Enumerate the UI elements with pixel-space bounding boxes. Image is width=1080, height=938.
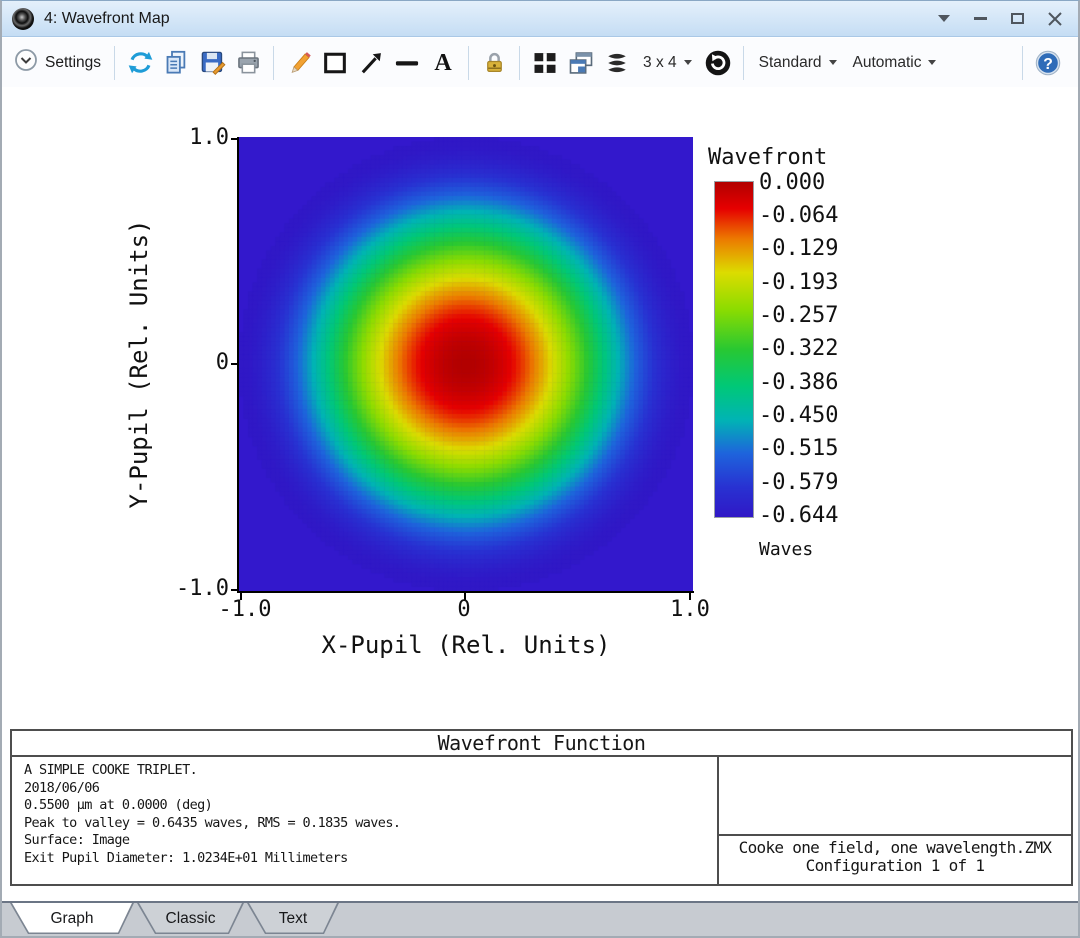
tab-graph[interactable]: Graph (10, 903, 134, 934)
legend-value: -0.257 (759, 303, 838, 328)
tabbar: Graph Classic Text (2, 903, 1078, 936)
summary-line: Peak to valley = 0.6435 waves, RMS = 0.1… (24, 815, 717, 833)
legend-value: -0.644 (759, 503, 838, 528)
legend-value: -0.064 (759, 203, 838, 228)
y-axis-title: Y-Pupil (Rel. Units) (125, 220, 153, 509)
x-tick-label: 0 (414, 597, 514, 622)
summary-line: A SIMPLE COOKE TRIPLET. (24, 762, 717, 780)
wavefront-map-canvas[interactable] (239, 137, 693, 591)
window-title: 4: Wavefront Map (44, 10, 170, 28)
toolbar-separator (273, 46, 274, 80)
settings-label: Settings (45, 54, 101, 72)
pencil-annotate-icon[interactable] (281, 44, 317, 82)
info-panel-header: Wavefront Function (12, 731, 1071, 757)
chevron-down-icon (684, 60, 692, 65)
legend-title: Wavefront (708, 145, 827, 170)
info-panel: Wavefront Function A SIMPLE COOKE TRIPLE… (10, 729, 1073, 886)
legend-value: -0.386 (759, 370, 838, 395)
y-tick-label: 0 (167, 350, 229, 375)
rectangle-annotate-icon[interactable] (317, 44, 353, 82)
legend-value: 0.000 (759, 170, 825, 195)
x-axis-title: X-Pupil (Rel. Units) (322, 631, 611, 659)
wavefront-map-window: 4: Wavefront Map Settings (0, 0, 1080, 938)
legend-value: -0.322 (759, 336, 838, 361)
print-icon[interactable] (230, 44, 266, 82)
split-window-icon[interactable] (527, 44, 563, 82)
x-tick-label: 1.0 (640, 597, 740, 622)
grid-size-dropdown[interactable]: 3 x 4 (635, 44, 700, 82)
line-annotate-icon[interactable] (389, 44, 425, 82)
summary-line: 2018/06/06 (24, 780, 717, 798)
toolbar-separator (468, 46, 469, 80)
close-button[interactable] (1048, 9, 1062, 29)
legend-value: -0.579 (759, 470, 838, 495)
cascade-windows-icon[interactable] (563, 44, 599, 82)
legend-value: -0.193 (759, 270, 838, 295)
refresh-icon[interactable] (122, 44, 158, 82)
toolbar-separator (1022, 46, 1023, 80)
tab-text[interactable]: Text (247, 903, 339, 934)
svg-text:?: ? (1043, 55, 1053, 72)
minimize-button[interactable] (974, 9, 987, 29)
y-tick (231, 138, 238, 140)
lens-window-icon (12, 8, 34, 30)
settings-button[interactable]: Settings (12, 44, 107, 82)
window-menu-caret-icon[interactable] (938, 9, 950, 29)
toolbar-separator (519, 46, 520, 80)
summary-line: 0.5500 µm at 0.0000 (deg) (24, 797, 717, 815)
summary-line: Surface: Image (24, 832, 717, 850)
arrow-annotate-icon[interactable] (353, 44, 389, 82)
automatic-dropdown[interactable]: Automatic (845, 44, 945, 82)
grid-size-label: 3 x 4 (643, 54, 677, 72)
summary-line: Exit Pupil Diameter: 1.0234E+01 Millimet… (24, 850, 717, 868)
legend-value: -0.515 (759, 436, 838, 461)
standard-label: Standard (759, 54, 822, 72)
chevron-down-circle-icon (14, 48, 38, 77)
toolbar-separator (114, 46, 115, 80)
legend-value: -0.450 (759, 403, 838, 428)
lock-icon[interactable] (476, 44, 512, 82)
y-tick (231, 589, 238, 591)
y-axis-line (237, 137, 239, 593)
toolbar-separator (743, 46, 744, 80)
legend-colorbar (714, 181, 754, 518)
x-tick-label: -1.0 (195, 597, 295, 622)
tab-classic[interactable]: Classic (137, 903, 244, 934)
y-tick-label: 1.0 (167, 125, 229, 150)
analysis-summary: A SIMPLE COOKE TRIPLET. 2018/06/06 0.550… (12, 757, 719, 884)
titlebar: 4: Wavefront Map (2, 1, 1078, 37)
plot-region: 1.0 0 -1.0 -1.0 0 1.0 X-Pupil (Rel. Unit… (2, 87, 1078, 727)
chevron-down-icon (928, 60, 936, 65)
standard-dropdown[interactable]: Standard (751, 44, 845, 82)
file-name: Cooke one field, one wavelength.ZMX (719, 839, 1071, 857)
help-icon[interactable]: ? (1030, 44, 1066, 82)
copy-icon[interactable] (158, 44, 194, 82)
layers-icon[interactable] (599, 44, 635, 82)
automatic-label: Automatic (853, 54, 922, 72)
update-all-icon[interactable] (700, 44, 736, 82)
file-info: Cooke one field, one wavelength.ZMX Conf… (719, 834, 1071, 884)
y-tick (231, 363, 238, 365)
configuration-label: Configuration 1 of 1 (719, 857, 1071, 875)
toolbar: Settings (2, 38, 1078, 87)
save-icon[interactable] (194, 44, 230, 82)
maximize-button[interactable] (1011, 9, 1024, 29)
chevron-down-icon (829, 60, 837, 65)
legend-units: Waves (759, 539, 813, 560)
text-annotate-icon[interactable]: A (425, 44, 461, 82)
legend-value: -0.129 (759, 236, 838, 261)
